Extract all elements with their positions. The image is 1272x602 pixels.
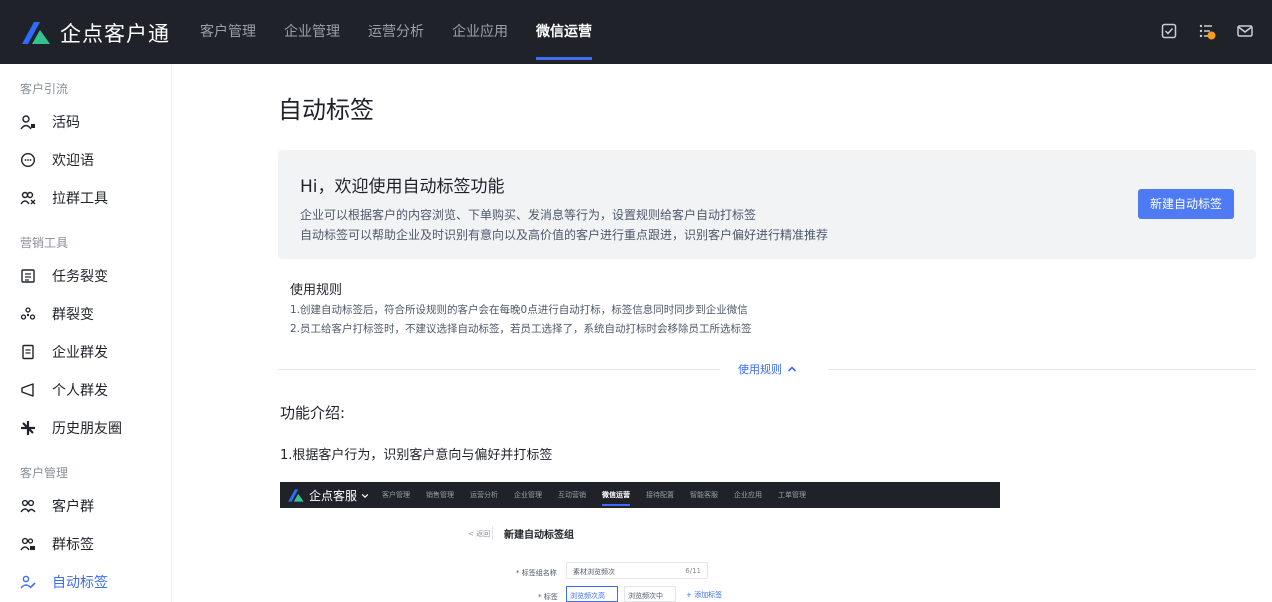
sidebar-item-group-tags[interactable]: 群标签 <box>20 534 94 554</box>
sidebar-item-label: 欢迎语 <box>52 153 94 169</box>
screenshot-nav-item: 微信运营 <box>594 482 638 508</box>
document-icon <box>20 344 36 360</box>
screenshot-input-count: 6/11 <box>685 567 701 575</box>
sidebar-item-moments-history[interactable]: 历史朋友圈 <box>20 418 122 438</box>
sidebar-item-label: 活码 <box>52 115 80 131</box>
screenshot-nav-item: 互动营销 <box>558 491 586 499</box>
sidebar-group-title: 客户引流 <box>20 82 69 96</box>
divider <box>278 369 720 370</box>
sidebar-item-label: 任务裂变 <box>52 269 108 285</box>
app-name: 企点客户通 <box>60 22 170 46</box>
banner-description: 企业可以根据客户的内容浏览、下单购买、发消息等行为，设置规则给客户自动打标签 <box>300 208 757 222</box>
screenshot-tag-chip: 浏览频次中 <box>624 586 676 602</box>
chevron-up-icon <box>787 366 797 372</box>
sidebar-item-label: 群标签 <box>52 537 94 553</box>
screenshot-nav-item: 接待配置 <box>646 491 674 499</box>
rules-toggle-label: 使用规则 <box>738 363 782 376</box>
sidebar: 客户引流 活码 欢迎语 拉群工具 营销工具 任务裂变 群裂变 企业群发 个人群发… <box>0 64 172 602</box>
chat-bubble-icon <box>20 152 36 168</box>
top-navbar: 企点客户通 客户管理 企业管理 运营分析 企业应用 微信运营 <box>0 0 1272 64</box>
nav-enterprise-apps[interactable]: 企业应用 <box>438 0 522 64</box>
sidebar-item-task-fission[interactable]: 任务裂变 <box>20 266 108 286</box>
sidebar-item-group-tool[interactable]: 拉群工具 <box>20 188 108 208</box>
sidebar-item-customer-groups[interactable]: 客户群 <box>20 496 94 516</box>
screenshot-nav-item: 企业应用 <box>734 491 762 499</box>
chevron-down-icon <box>361 493 369 498</box>
megaphone-icon <box>20 382 36 398</box>
sidebar-item-label: 拉群工具 <box>52 191 108 207</box>
screenshot-add-tag-link: + 添加标签 <box>686 591 723 599</box>
sidebar-item-label: 个人群发 <box>52 383 108 399</box>
top-right-icons <box>1160 22 1254 40</box>
sidebar-item-label: 客户群 <box>52 499 94 515</box>
main-content: 自动标签 Hi，欢迎使用自动标签功能 企业可以根据客户的内容浏览、下单购买、发消… <box>172 64 1272 602</box>
group-add-icon <box>20 190 36 206</box>
screenshot-nav-item: 销售管理 <box>426 491 454 499</box>
todo-list-icon[interactable] <box>1198 22 1216 40</box>
welcome-banner: Hi，欢迎使用自动标签功能 企业可以根据客户的内容浏览、下单购买、发消息等行为，… <box>278 150 1256 259</box>
screenshot-name-input: 素材浏览频次 6/11 <box>566 562 708 579</box>
nav-operation-analysis[interactable]: 运营分析 <box>354 0 438 64</box>
rule-text: 2.员工给客户打标签时，不建议选择自动标签，若员工选择了，系统自动打标时会移除员… <box>290 323 752 335</box>
nav-wechat-operation[interactable]: 微信运营 <box>522 0 606 64</box>
live-code-icon <box>20 114 36 130</box>
sidebar-item-group-fission[interactable]: 群裂变 <box>20 304 94 324</box>
screenshot-field-label: * 标签组名称 <box>516 569 557 577</box>
users-icon <box>20 498 36 514</box>
group-fission-icon <box>20 306 36 322</box>
moments-icon <box>20 420 36 436</box>
divider <box>828 369 1256 370</box>
screenshot-input-value: 素材浏览频次 <box>573 568 615 576</box>
page-title: 自动标签 <box>278 96 374 124</box>
sidebar-item-auto-tags[interactable]: 自动标签 <box>20 572 108 592</box>
screenshot-nav-item: 智能客服 <box>690 491 718 499</box>
screenshot-back-link: < 返回 <box>468 530 491 538</box>
feature-screenshot: 企点客服 客户管理 销售管理 运营分析 企业管理 互动营销 微信运营 接待配置 … <box>280 482 1000 602</box>
screenshot-nav-item: 工单管理 <box>778 491 806 499</box>
screenshot-nav-item: 客户管理 <box>382 491 410 499</box>
logo-mark-icon <box>22 22 50 44</box>
sidebar-group-title: 营销工具 <box>20 236 69 250</box>
sidebar-item-enterprise-broadcast[interactable]: 企业群发 <box>20 342 108 362</box>
new-auto-tag-button[interactable]: 新建自动标签 <box>1138 189 1234 219</box>
sidebar-item-live-code[interactable]: 活码 <box>20 112 80 132</box>
task-calendar-icon <box>20 268 36 284</box>
rules-title: 使用规则 <box>290 283 343 298</box>
main-nav: 客户管理 企业管理 运营分析 企业应用 微信运营 <box>186 0 606 64</box>
divider <box>492 526 493 540</box>
banner-title: Hi，欢迎使用自动标签功能 <box>300 177 505 197</box>
nav-enterprise-management[interactable]: 企业管理 <box>270 0 354 64</box>
rule-text: 1.创建自动标签后，符合所设规则的客户会在每晚0点进行自动打标，标签信息同时同步… <box>290 304 748 316</box>
nav-customer-management[interactable]: 客户管理 <box>186 0 270 64</box>
group-tag-icon <box>20 536 36 552</box>
banner-description: 自动标签可以帮助企业及时识别有意向以及高价值的客户进行重点跟进，识别客户偏好进行… <box>300 228 829 242</box>
sidebar-item-label: 企业群发 <box>52 345 108 361</box>
screenshot-nav-item: 运营分析 <box>470 491 498 499</box>
screenshot-tag-chip: 浏览频次高 <box>566 586 618 602</box>
feature-item: 1.根据客户行为，识别客户意向与偏好并打标签 <box>280 448 553 463</box>
sidebar-item-label: 自动标签 <box>52 575 108 591</box>
app-logo[interactable]: 企点客户通 <box>18 18 170 48</box>
screenshot-nav: 客户管理 销售管理 运营分析 企业管理 互动营销 微信运营 接待配置 智能客服 … <box>374 482 814 508</box>
sidebar-item-label: 群裂变 <box>52 307 94 323</box>
screenshot-field-label: * 标签 <box>538 593 558 601</box>
rules-collapse-toggle[interactable]: 使用规则 <box>738 361 797 377</box>
screenshot-nav-item: 企业管理 <box>514 491 542 499</box>
screenshot-title: 新建自动标签组 <box>504 530 574 541</box>
user-tag-icon <box>20 574 36 590</box>
sidebar-item-personal-broadcast[interactable]: 个人群发 <box>20 380 108 400</box>
sidebar-item-welcome-message[interactable]: 欢迎语 <box>20 150 94 170</box>
task-check-icon[interactable] <box>1160 22 1178 40</box>
screenshot-app-name: 企点客服 <box>309 489 358 503</box>
feature-title: 功能介绍: <box>280 404 346 422</box>
screenshot-navbar: 企点客服 客户管理 销售管理 运营分析 企业管理 互动营销 微信运营 接待配置 … <box>280 482 1000 508</box>
sidebar-group-title: 客户管理 <box>20 466 69 480</box>
sidebar-item-label: 历史朋友圈 <box>52 421 122 437</box>
screenshot-logo: 企点客服 <box>286 487 369 504</box>
mail-icon[interactable] <box>1236 22 1254 40</box>
logo-mark-icon <box>288 489 304 502</box>
